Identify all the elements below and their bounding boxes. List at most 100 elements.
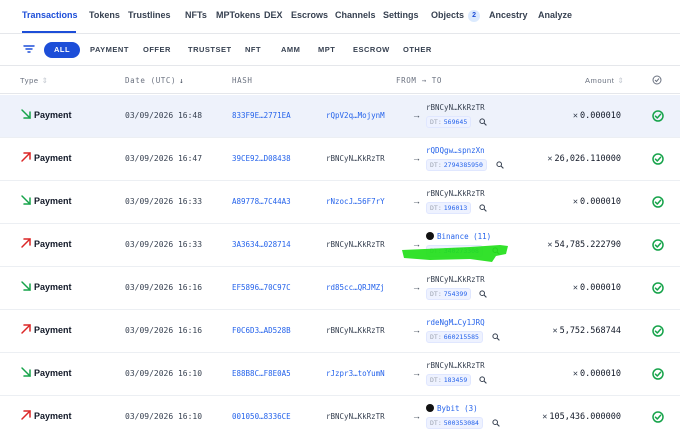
search-icon[interactable] <box>479 118 487 126</box>
column-header-from-to: FROM → TO <box>396 76 443 85</box>
tx-type: Payment <box>34 153 72 163</box>
active-tab-underline <box>22 31 76 33</box>
table-row[interactable]: Payment 03/09/2026 16:47 39CE92…D08438 rBNC… <box>0 138 680 181</box>
tx-hash-link[interactable]: 3A3634…028714 <box>232 240 291 249</box>
xrp-icon: ✕ <box>542 412 548 422</box>
destination-tag: DT: 660215585 <box>426 331 483 343</box>
filter-chip-other[interactable]: OTHER <box>403 42 432 58</box>
filter-chip-trustset[interactable]: TRUSTSET <box>188 42 232 58</box>
tx-from-address[interactable]: rd85cc…QRJMZj <box>326 283 385 292</box>
incoming-arrow-icon <box>21 109 31 119</box>
table-row[interactable]: Payment 03/09/2026 16:16 F0C6D3…AD528B rBNC… <box>0 310 680 353</box>
success-check-icon <box>652 411 664 423</box>
arrow-right-icon: → <box>412 196 421 206</box>
search-icon[interactable] <box>479 204 487 212</box>
filter-icon[interactable] <box>23 43 35 55</box>
tab-escrows[interactable]: Escrows <box>291 10 328 20</box>
tx-hash-link[interactable]: 001050…8336CE <box>232 412 291 421</box>
tx-to-address[interactable]: rdeNgM…Cy1JRQ <box>426 318 485 327</box>
outgoing-arrow-icon <box>21 324 31 334</box>
tx-hash-link[interactable]: EF5896…70C97C <box>232 283 291 292</box>
tx-to-label: rBNCyN…KkRzTR <box>426 103 485 112</box>
filter-chip-all[interactable]: ALL <box>44 42 81 58</box>
tab-objects[interactable]: Objects 2 <box>431 10 481 22</box>
tab-dex[interactable]: DEX <box>264 10 283 20</box>
search-icon[interactable] <box>492 419 500 427</box>
table-row[interactable]: Payment 03/09/2026 16:33 3A3634…028714 rBNC… <box>0 224 680 267</box>
success-check-icon <box>652 153 664 165</box>
highlight-marker <box>402 245 508 262</box>
tx-type: Payment <box>34 411 72 421</box>
tab-channels[interactable]: Channels <box>335 10 376 20</box>
destination-tag-value: 660215585 <box>443 333 479 341</box>
xrp-icon: ✕ <box>552 326 558 336</box>
tx-from-address[interactable]: rQpV2q…MojynM <box>326 111 385 120</box>
tx-to-address[interactable]: Bybit (3) <box>426 404 478 413</box>
filter-chip-nft[interactable]: NFT <box>245 42 261 58</box>
tab-ancestry[interactable]: Ancestry <box>489 10 528 20</box>
tx-amount-value: 0.000010 <box>580 111 621 121</box>
destination-tag-label: DT: <box>430 118 442 126</box>
destination-tag-value: 2794385950 <box>443 161 483 169</box>
tx-amount-value: 105,436.000000 <box>549 412 621 422</box>
filter-chip-offer[interactable]: OFFER <box>143 42 171 58</box>
tx-to-address[interactable]: Binance (11) <box>426 232 491 241</box>
tab-nfts[interactable]: NFTs <box>185 10 207 20</box>
tab-settings[interactable]: Settings <box>383 10 419 20</box>
destination-tag-label: DT: <box>430 376 442 384</box>
sort-icon: ⇕ <box>41 76 49 85</box>
filter-chip-escrow[interactable]: ESCROW <box>353 42 390 58</box>
table-row[interactable]: Payment 03/09/2026 16:48 833F9E…2771EA rQpV… <box>0 95 680 138</box>
tx-hash-link[interactable]: E88B8C…F8E0A5 <box>232 369 291 378</box>
tab-tokens[interactable]: Tokens <box>89 10 120 20</box>
table-row[interactable]: Payment 03/09/2026 16:10 E88B8C…F8E0A5 rJzp… <box>0 353 680 396</box>
tx-amount: ✕ 0.000010 <box>573 369 621 379</box>
tab-analyze[interactable]: Analyze <box>538 10 572 20</box>
tx-hash-link[interactable]: 833F9E…2771EA <box>232 111 291 120</box>
tx-hash-link[interactable]: A89778…7C44A3 <box>232 197 291 206</box>
arrow-right-icon: → <box>412 153 421 163</box>
search-icon[interactable] <box>479 376 487 384</box>
incoming-arrow-icon <box>21 195 31 205</box>
tx-from-address[interactable]: rNzocJ…56F7rY <box>326 197 385 206</box>
search-icon[interactable] <box>492 333 500 341</box>
table-row[interactable]: Payment 03/09/2026 16:33 A89778…7C44A3 rNzo… <box>0 181 680 224</box>
sort-desc-icon: ↓ <box>179 76 185 85</box>
tx-hash-link[interactable]: 39CE92…D08438 <box>232 154 291 163</box>
arrow-right-icon: → <box>412 368 421 378</box>
tx-from-address: rBNCyN…KkRzTR <box>326 326 385 335</box>
tx-hash-link[interactable]: F0C6D3…AD528B <box>232 326 291 335</box>
tx-amount-value: 54,785.222790 <box>554 240 621 250</box>
filter-chip-mpt[interactable]: MPT <box>318 42 335 58</box>
destination-tag-label: DT: <box>430 161 442 169</box>
filter-chip-amm[interactable]: AMM <box>281 42 300 58</box>
tx-amount: ✕ 26,026.110000 <box>547 154 621 164</box>
table-row[interactable]: Payment 03/09/2026 16:10 001050…8336CE rBNC… <box>0 396 680 434</box>
tx-date: 03/09/2026 16:16 <box>125 326 203 335</box>
destination-tag-value: 569645 <box>443 118 468 126</box>
tx-date: 03/09/2026 16:48 <box>125 111 203 120</box>
xrp-icon: ✕ <box>547 240 553 250</box>
success-check-icon <box>652 196 664 208</box>
tab-transactions[interactable]: Transactions <box>22 10 78 20</box>
tab-mptokens[interactable]: MPTokens <box>216 10 260 20</box>
destination-tag-label: DT: <box>430 419 442 427</box>
success-check-icon <box>652 239 664 251</box>
table-row[interactable]: Payment 03/09/2026 16:16 EF5896…70C97C rd85… <box>0 267 680 310</box>
tx-type: Payment <box>34 196 72 206</box>
column-header-date[interactable]: Date (UTC) ↓ <box>125 76 184 85</box>
filter-chip-payment[interactable]: PAYMENT <box>90 42 129 58</box>
tx-to-label: rBNCyN…KkRzTR <box>426 361 485 370</box>
tx-amount-value: 26,026.110000 <box>554 154 621 164</box>
xrp-icon: ✕ <box>572 111 579 121</box>
tab-trustlines[interactable]: Trustlines <box>128 10 171 20</box>
tx-to-address[interactable]: rQDQgw…spnzXn <box>426 146 485 155</box>
search-icon[interactable] <box>479 290 487 298</box>
column-header-type[interactable]: Type ⇕ <box>20 76 49 85</box>
column-header-hash: HASH <box>232 76 253 85</box>
search-icon[interactable] <box>496 161 504 169</box>
column-header-amount[interactable]: Amount ⇕ <box>585 76 624 85</box>
objects-count-badge: 2 <box>468 10 481 22</box>
exchange-logo-icon <box>426 232 434 240</box>
tx-from-address[interactable]: rJzpr3…toYumN <box>326 369 385 378</box>
